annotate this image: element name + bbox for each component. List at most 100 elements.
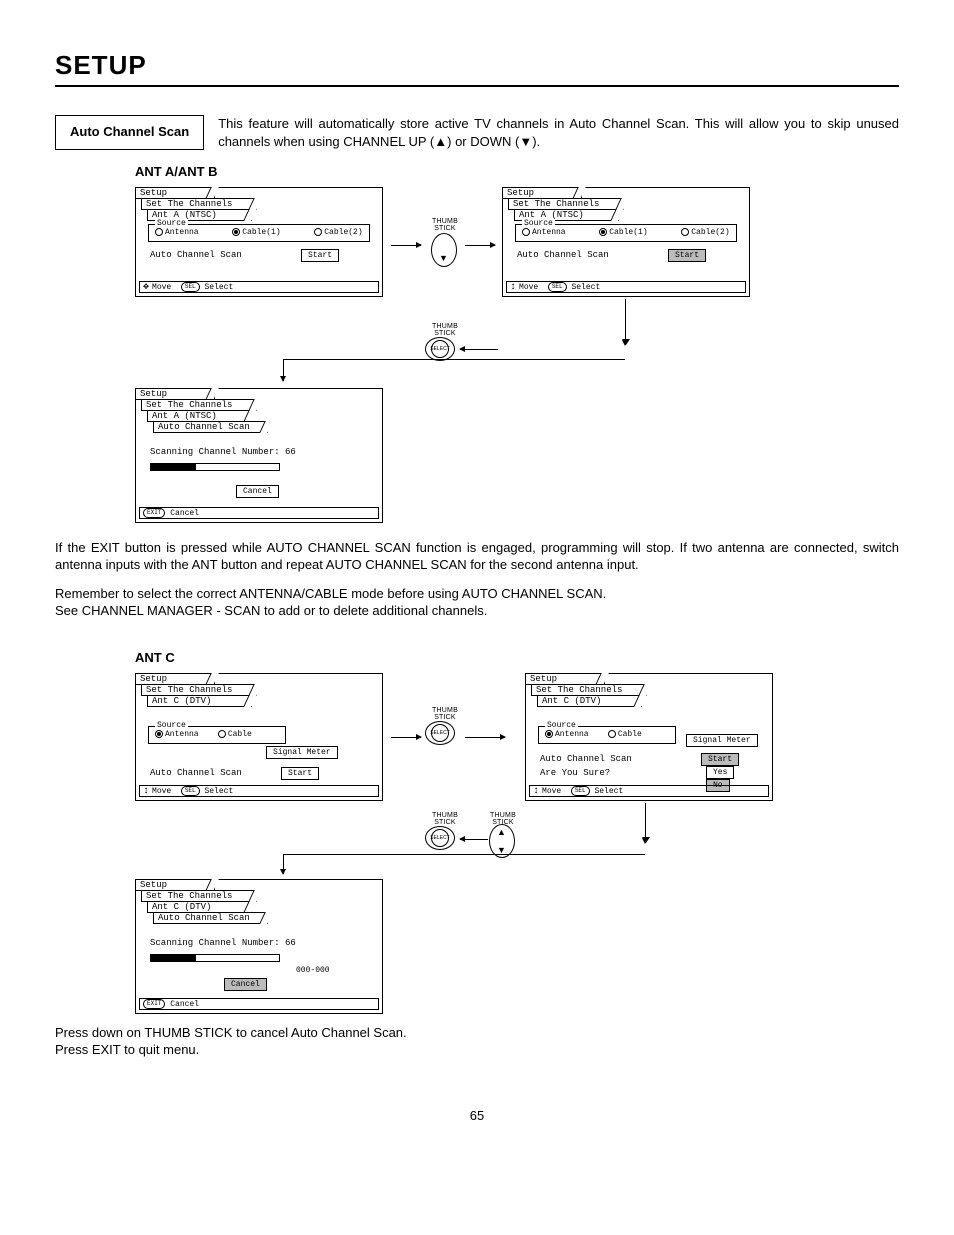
cancel-button-c[interactable]: Cancel [224, 978, 267, 991]
progress-bar-c [150, 954, 280, 962]
feature-description: This feature will automatically store ac… [218, 115, 899, 150]
radio-cable1-2[interactable] [599, 228, 607, 236]
up-arrow-icon-c: ▲ [497, 827, 506, 837]
start-button-hl[interactable]: Start [668, 249, 706, 262]
opt-antenna-2: Antenna [532, 228, 566, 237]
arrow-right-c2 [465, 737, 505, 738]
signal-meter-button[interactable]: Signal Meter [266, 746, 338, 759]
radio-cable1[interactable] [232, 228, 240, 236]
opt-antenna: Antenna [165, 228, 199, 237]
menu-c3: Setup Set The Channels Ant C (DTV) Auto … [135, 879, 383, 1014]
select-button-icon: SELECT [431, 340, 449, 358]
updown-icon-c2: ↕ [533, 786, 539, 797]
source-fieldset: Source Antenna Cable(1) Cable(2) [148, 224, 370, 242]
sure-text: Are You Sure? [540, 768, 610, 778]
feature-desc-c: ). [532, 134, 540, 149]
opt-antenna-c1: Antenna [165, 730, 199, 739]
source-label-c1: Source [155, 721, 188, 730]
radio-antenna-2[interactable] [522, 228, 530, 236]
page-number: 65 [55, 1108, 899, 1123]
source-fieldset-c2: Source Antenna Cable [538, 726, 676, 744]
arrow-right-c1 [391, 737, 421, 738]
arrow-left-c [460, 839, 488, 840]
start-button[interactable]: Start [301, 249, 339, 262]
source-label-2: Source [522, 219, 555, 228]
exit-cap: EXIT [143, 508, 165, 518]
statusbar-move-select: ✥Move SEL Select [139, 281, 379, 293]
status-select: Select [204, 283, 233, 292]
status-cancel-c: Cancel [170, 1000, 199, 1009]
body-p3: See CHANNEL MANAGER - SCAN to add or to … [55, 603, 899, 620]
feature-desc-b: ) or DOWN ( [447, 134, 519, 149]
auto-scan-text: Auto Channel Scan [150, 250, 242, 260]
radio-cable-c2[interactable] [608, 730, 616, 738]
thumb-label-c2a: THUMBSTICK [428, 812, 462, 826]
cancel-button[interactable]: Cancel [236, 485, 279, 498]
status-select-2: Select [571, 283, 600, 292]
thumb-stick-label-1: THUMBSTICK [428, 218, 462, 232]
arrow-down-3 [283, 359, 284, 381]
tab-ant-c-c1: Ant C (DTV) [147, 695, 252, 707]
move-arrows-icon: ✥ [143, 282, 149, 293]
radio-antenna[interactable] [155, 228, 163, 236]
auto-scan-c1: Auto Channel Scan [150, 768, 242, 778]
opt-cable2-2: Cable(2) [691, 228, 729, 237]
source-label-c2: Source [545, 721, 578, 730]
diagram-ant-ab: Setup Set The Channels Ant A (NTSC) Sour… [135, 183, 899, 528]
updown-icon-c1: ↕ [143, 786, 149, 797]
menu-c1: Setup Set The Channels Ant C (DTV) Sourc… [135, 673, 383, 801]
start-button-c2[interactable]: Start [701, 753, 739, 766]
statusbar-c1: ↕Move SEL Select [139, 785, 379, 797]
progress-bar [150, 463, 280, 471]
start-button-c1[interactable]: Start [281, 767, 319, 780]
opt-antenna-c2: Antenna [555, 730, 589, 739]
radio-cable2[interactable] [314, 228, 322, 236]
scanning-c3: Scanning Channel Number: 66 [150, 938, 296, 948]
sel-cap-2: SEL [548, 282, 567, 292]
up-triangle-icon: ▲ [434, 133, 447, 151]
radio-cable-c1[interactable] [218, 730, 226, 738]
tab-auto-scan-c3: Auto Channel Scan [153, 912, 268, 924]
opt-cable2: Cable(2) [324, 228, 362, 237]
menu-c2: Setup Set The Channels Ant C (DTV) Sourc… [525, 673, 773, 801]
body-p5: Press EXIT to quit menu. [55, 1042, 899, 1059]
sel-cap-c2: SEL [571, 786, 590, 796]
menu-scanning: Setup Set The Channels Ant A (NTSC) Auto… [135, 388, 383, 523]
opt-cable1-2: Cable(1) [609, 228, 647, 237]
sel-cap-icon: SEL [181, 282, 200, 292]
status-select-c2: Select [594, 787, 623, 796]
yes-button[interactable]: Yes [706, 766, 734, 779]
sel-cap-c1: SEL [181, 786, 200, 796]
status-select-c1: Select [204, 787, 233, 796]
statusbar-c2: ↕Move SEL Select [529, 785, 769, 797]
statusbar-cancel: EXIT Cancel [139, 507, 379, 519]
exit-cap-c: EXIT [143, 999, 165, 1009]
feature-desc-a: This feature will automatically store ac… [218, 116, 899, 149]
source-fieldset-2: Source Antenna Cable(1) Cable(2) [515, 224, 737, 242]
radio-antenna-c1[interactable] [155, 730, 163, 738]
tab-auto-scan: Auto Channel Scan [153, 421, 268, 433]
tab-ant-c-c2: Ant C (DTV) [537, 695, 642, 707]
scanning-text: Scanning Channel Number: 66 [150, 447, 296, 457]
statusbar-c3: EXIT Cancel [139, 998, 379, 1010]
statusbar-2: ↕Move SEL Select [506, 281, 746, 293]
arrow-right-1 [391, 245, 421, 246]
auto-scan-text-2: Auto Channel Scan [517, 250, 609, 260]
source-label: Source [155, 219, 188, 228]
menu-setup-1: Setup Set The Channels Ant A (NTSC) Sour… [135, 187, 383, 297]
updown-icon: ↕ [510, 282, 516, 293]
diagram-ant-c: Setup Set The Channels Ant C (DTV) Sourc… [135, 669, 899, 1019]
signal-meter-c2[interactable]: Signal Meter [686, 734, 758, 747]
section-a-label: ANT A/ANT B [135, 164, 899, 179]
select-icon-c1: SELECT [431, 724, 449, 742]
opt-cable-c1: Cable [228, 730, 252, 739]
radio-antenna-c2[interactable] [545, 730, 553, 738]
menu-setup-2: Setup Set The Channels Ant A (NTSC) Sour… [502, 187, 750, 297]
arrow-right-2 [465, 245, 495, 246]
auto-scan-c2: Auto Channel Scan [540, 754, 632, 764]
status-cancel: Cancel [170, 509, 199, 518]
feature-box-label: Auto Channel Scan [55, 115, 204, 150]
radio-cable2-2[interactable] [681, 228, 689, 236]
body-p4: Press down on THUMB STICK to cancel Auto… [55, 1025, 899, 1042]
section-c-label: ANT C [135, 650, 899, 665]
